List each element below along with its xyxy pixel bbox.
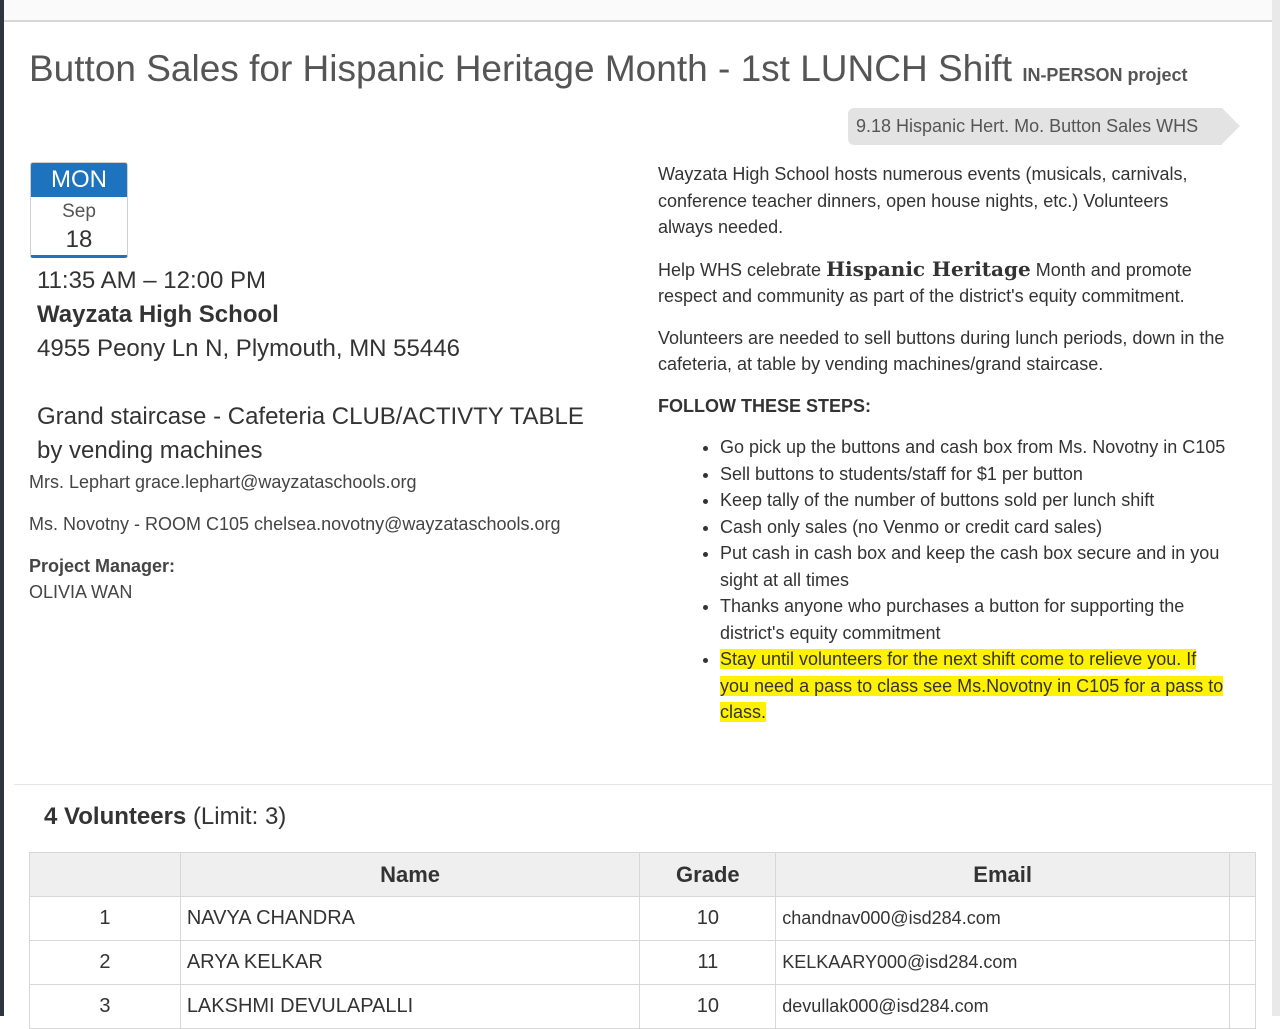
column-header-grade[interactable]: Grade: [639, 852, 777, 897]
volunteer-grade: 10: [639, 896, 777, 941]
project-manager-name: OLIVIA WAN: [29, 582, 133, 602]
column-header-number: [29, 852, 181, 897]
event-location-line-2: by vending machines: [37, 437, 263, 464]
row-number: 1: [29, 896, 181, 941]
event-details: 11:35 AM – 12:00 PM Wayzata High School …: [37, 264, 637, 468]
table-header-row: Name Grade Email: [29, 852, 1257, 897]
volunteer-email[interactable]: chandnav000@isd284.com: [775, 896, 1230, 941]
row-number: 3: [29, 984, 181, 1029]
volunteer-table: Name Grade Email 1 NAVYA CHANDRA 10 chan…: [29, 852, 1257, 1029]
table-row: 2 ARYA KELKAR 11 KELKAARY000@isd284.com: [29, 940, 1257, 985]
table-row: 1 NAVYA CHANDRA 10 chandnav000@isd284.co…: [29, 896, 1257, 941]
event-time: 11:35 AM – 12:00 PM: [37, 267, 267, 294]
volunteers-heading: 4 Volunteers (Limit: 3): [44, 803, 286, 831]
step-item-highlighted: Stay until volunteers for the next shift…: [720, 646, 1228, 726]
volunteer-name: ARYA KELKAR: [179, 940, 641, 985]
volunteer-email[interactable]: devullak000@isd284.com: [775, 984, 1230, 1029]
steps-list: Go pick up the buttons and cash box from…: [658, 434, 1228, 726]
volunteer-email[interactable]: KELKAARY000@isd284.com: [775, 940, 1230, 985]
page-title: Button Sales for Hispanic Heritage Month…: [29, 48, 1249, 90]
scrollbar-track[interactable]: [1272, 0, 1280, 1016]
event-venue: Wayzata High School: [37, 301, 279, 328]
row-extra-cell: [1228, 984, 1257, 1029]
browser-top-edge: [0, 0, 1280, 22]
step-item: Go pick up the buttons and cash box from…: [720, 434, 1228, 461]
contact-novotny: Ms. Novotny - ROOM C105 chelsea.novotny@…: [29, 514, 561, 534]
description-paragraph-2: Help WHS celebrate Hispanic Heritage Mon…: [658, 256, 1228, 310]
volunteer-count: 4 Volunteers: [44, 803, 187, 830]
event-address: 4955 Peony Ln N, Plymouth, MN 55446: [37, 335, 460, 362]
event-tag[interactable]: 9.18 Hispanic Hert. Mo. Button Sales WHS: [848, 108, 1240, 145]
step-item: Keep tally of the number of buttons sold…: [720, 487, 1228, 514]
step-item: Sell buttons to students/staff for $1 pe…: [720, 461, 1228, 488]
calendar-day: 18: [65, 226, 93, 253]
calendar-month: Sep: [62, 201, 96, 222]
project-description: Wayzata High School hosts numerous event…: [658, 161, 1228, 726]
project-title: Button Sales for Hispanic Heritage Month…: [29, 48, 1012, 89]
step-item: Put cash in cash box and keep the cash b…: [720, 540, 1228, 593]
step-item: Thanks anyone who purchases a button for…: [720, 593, 1228, 646]
step-item: Cash only sales (no Venmo or credit card…: [720, 514, 1228, 541]
volunteer-grade: 11: [639, 940, 777, 985]
row-extra-cell: [1228, 896, 1257, 941]
column-header-email[interactable]: Email: [775, 852, 1230, 897]
highlighted-step-text: Stay until volunteers for the next shift…: [720, 649, 1224, 722]
project-manager-label: Project Manager:: [29, 556, 176, 576]
contact-lephart: Mrs. Lephart grace.lephart@wayzataschool…: [29, 472, 417, 492]
volunteer-name: NAVYA CHANDRA: [179, 896, 641, 941]
project-type-label: IN-PERSON project: [1022, 65, 1188, 85]
event-location-line-1: Grand staircase - Cafeteria CLUB/ACTIVTY…: [37, 403, 584, 430]
section-divider: [14, 784, 1272, 785]
description-paragraph-1: Wayzata High School hosts numerous event…: [658, 164, 1188, 237]
contacts-section: Mrs. Lephart grace.lephart@wayzataschool…: [29, 469, 629, 605]
column-header-extra: [1228, 852, 1257, 897]
column-header-name[interactable]: Name: [179, 852, 641, 897]
calendar-day-of-week: MON: [31, 163, 127, 197]
volunteer-name: LAKSHMI DEVULAPALLI: [179, 984, 641, 1029]
paragraph-2-emphasis: Hispanic Heritage: [826, 256, 1031, 281]
volunteer-grade: 10: [639, 984, 777, 1029]
paragraph-2-text-start: Help WHS celebrate: [658, 259, 827, 280]
row-number: 2: [29, 940, 181, 985]
window-left-edge: [0, 0, 4, 1016]
volunteer-limit: (Limit: 3): [192, 803, 287, 830]
description-paragraph-3: Volunteers are needed to sell buttons du…: [658, 327, 1225, 375]
steps-title: FOLLOW THESE STEPS:: [658, 395, 872, 416]
calendar-date-badge: MON Sep 18: [30, 162, 128, 258]
table-row: 3 LAKSHMI DEVULAPALLI 10 devullak000@isd…: [29, 984, 1257, 1029]
row-extra-cell: [1228, 940, 1257, 985]
